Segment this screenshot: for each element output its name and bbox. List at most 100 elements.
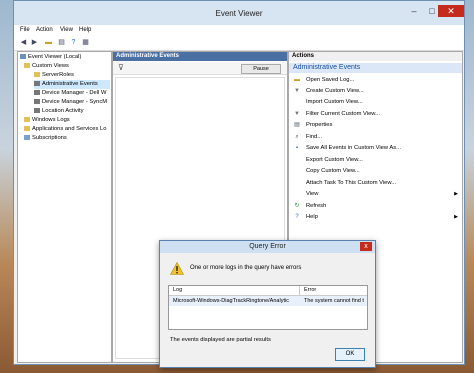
column-divider[interactable] — [299, 286, 300, 295]
title-bar[interactable]: Event Viewer – □ ✕ — [14, 1, 464, 25]
pane-title: Administrative Events — [113, 52, 287, 61]
action-label: Copy Custom View... — [306, 168, 360, 174]
action-export-custom-view[interactable]: Export Custom View... — [289, 155, 462, 165]
tree-label: Subscriptions — [32, 135, 67, 141]
action-copy-custom-view[interactable]: Copy Custom View... — [289, 166, 462, 176]
action-save-all-events[interactable]: ▪ Save All Events in Custom View As... — [289, 143, 462, 153]
action-label: Import Custom View... — [306, 99, 363, 105]
toolbar: ◀ ▶ ▬ ▤ ? ▦ — [14, 36, 464, 51]
dialog-title-bar[interactable]: Query Error — [160, 241, 375, 253]
pause-button[interactable]: Pause — [241, 64, 281, 74]
attach-task-icon — [294, 180, 300, 186]
export-icon — [294, 157, 300, 163]
ok-button[interactable]: OK — [335, 348, 365, 361]
partial-results-note: The events displayed are partial results — [170, 337, 271, 343]
action-label: Filter Current Custom View... — [306, 111, 380, 117]
action-import-custom-view[interactable]: Import Custom View... — [289, 97, 462, 107]
tree-admin-events[interactable]: Administrative Events — [34, 80, 110, 89]
tree-device-sync[interactable]: Device Manager - SyncM — [34, 98, 107, 107]
action-create-custom-view[interactable]: ▼ Create Custom View... — [289, 86, 462, 96]
query-error-dialog: Query Error x One or more logs in the qu… — [159, 240, 376, 368]
action-open-saved-log[interactable]: ▬ Open Saved Log... — [289, 75, 462, 85]
action-label: Save All Events in Custom View As... — [306, 145, 401, 151]
folder-icon — [24, 62, 30, 68]
tree-root-label: Event Viewer (Local) — [28, 54, 82, 60]
action-label: Open Saved Log... — [306, 77, 355, 83]
tree-root[interactable]: Event Viewer (Local) — [20, 53, 81, 62]
column-header-error[interactable]: Error — [304, 287, 316, 293]
menu-bar: File Action View Help — [14, 25, 464, 36]
warning-icon — [170, 262, 184, 275]
action-label: Export Custom View... — [306, 157, 363, 163]
tree-server-roles[interactable]: ServerRoles — [34, 71, 74, 80]
tree-custom-views[interactable]: Custom Views — [24, 62, 69, 71]
tree-label: Device Manager - Dell W — [42, 90, 107, 96]
dialog-message: One or more logs in the query have error… — [190, 265, 302, 271]
view-icon[interactable]: ▦ — [81, 39, 90, 47]
minimize-button[interactable]: – — [406, 5, 422, 17]
header-divider — [169, 295, 367, 296]
folder-icon — [34, 71, 40, 77]
help-icon: ? — [295, 214, 299, 220]
action-label: Attach Task To This Custom View... — [306, 180, 397, 186]
tree-location[interactable]: Location Activity — [34, 107, 84, 116]
menu-file[interactable]: File — [20, 27, 30, 33]
filter-icon: ▼ — [294, 111, 300, 117]
tree-label: ServerRoles — [42, 72, 74, 78]
forward-icon[interactable]: ▶ — [30, 39, 39, 47]
pane-toolbar: ⊽ Pause — [113, 62, 287, 75]
tree-label: Administrative Events — [42, 81, 98, 87]
error-log-table[interactable]: Log Error Microsoft-Windows-DiagTrackRin… — [168, 285, 368, 330]
filter-icon — [34, 98, 40, 104]
close-button[interactable]: ✕ — [438, 5, 464, 17]
tree-label: Applications and Services Lo — [32, 126, 107, 132]
view-icon — [294, 191, 300, 197]
window-title: Event Viewer — [215, 9, 263, 18]
folder-icon — [24, 125, 30, 131]
row-log-value: Microsoft-Windows-DiagTrackRingtone/Anal… — [173, 298, 289, 304]
action-view[interactable]: View ▶ — [289, 189, 462, 199]
actions-section-title[interactable]: Administrative Events — [289, 63, 462, 73]
tree-app-services[interactable]: Applications and Services Lo — [24, 125, 106, 134]
tree-label: Location Activity — [42, 108, 84, 114]
folder-icon — [24, 116, 30, 122]
action-attach-task[interactable]: Attach Task To This Custom View... — [289, 178, 462, 188]
folder-icon[interactable]: ▬ — [44, 39, 53, 47]
filter-icon[interactable]: ⊽ — [118, 63, 124, 72]
help-icon[interactable]: ? — [69, 39, 78, 47]
action-refresh[interactable]: ↻ Refresh — [289, 201, 462, 211]
action-filter-custom-view[interactable]: ▼ Filter Current Custom View... — [289, 109, 462, 119]
tree-label: Device Manager - SyncM — [42, 99, 108, 105]
menu-help[interactable]: Help — [79, 27, 91, 33]
action-label: Create Custom View... — [306, 88, 364, 94]
submenu-arrow-icon: ▶ — [454, 191, 458, 197]
tree-device-dell[interactable]: Device Manager - Dell W — [34, 89, 106, 98]
menu-action[interactable]: Action — [36, 27, 53, 33]
actions-header: Actions — [289, 52, 462, 61]
column-header-log[interactable]: Log — [173, 287, 182, 293]
event-viewer-icon — [20, 53, 26, 59]
properties-icon[interactable]: ▤ — [57, 39, 66, 47]
action-properties[interactable]: ▤ Properties — [289, 120, 462, 130]
tree-subscriptions[interactable]: Subscriptions — [24, 134, 67, 143]
action-help[interactable]: ? Help ▶ — [289, 212, 462, 222]
filter-icon — [34, 107, 40, 113]
action-label: Help — [306, 214, 318, 220]
tree-label: Windows Logs — [32, 117, 70, 123]
row-error-value: The system cannot find t — [304, 298, 364, 304]
action-label: Refresh — [306, 203, 327, 209]
back-icon[interactable]: ◀ — [19, 39, 28, 47]
action-label: Find... — [306, 134, 323, 140]
tree-label: Custom Views — [32, 63, 69, 69]
copy-icon — [294, 168, 300, 174]
action-find[interactable]: ⌕ Find... — [289, 132, 462, 142]
save-icon: ▪ — [295, 145, 299, 151]
navigation-tree: Event Viewer (Local) Custom Views Server… — [17, 51, 112, 363]
import-icon — [294, 99, 300, 105]
dialog-title: Query Error — [249, 243, 286, 250]
tree-windows-logs[interactable]: Windows Logs — [24, 116, 70, 125]
refresh-icon: ↻ — [294, 203, 300, 209]
menu-view[interactable]: View — [60, 27, 73, 33]
dialog-close-button[interactable]: x — [360, 242, 372, 251]
properties-icon: ▤ — [294, 122, 300, 128]
